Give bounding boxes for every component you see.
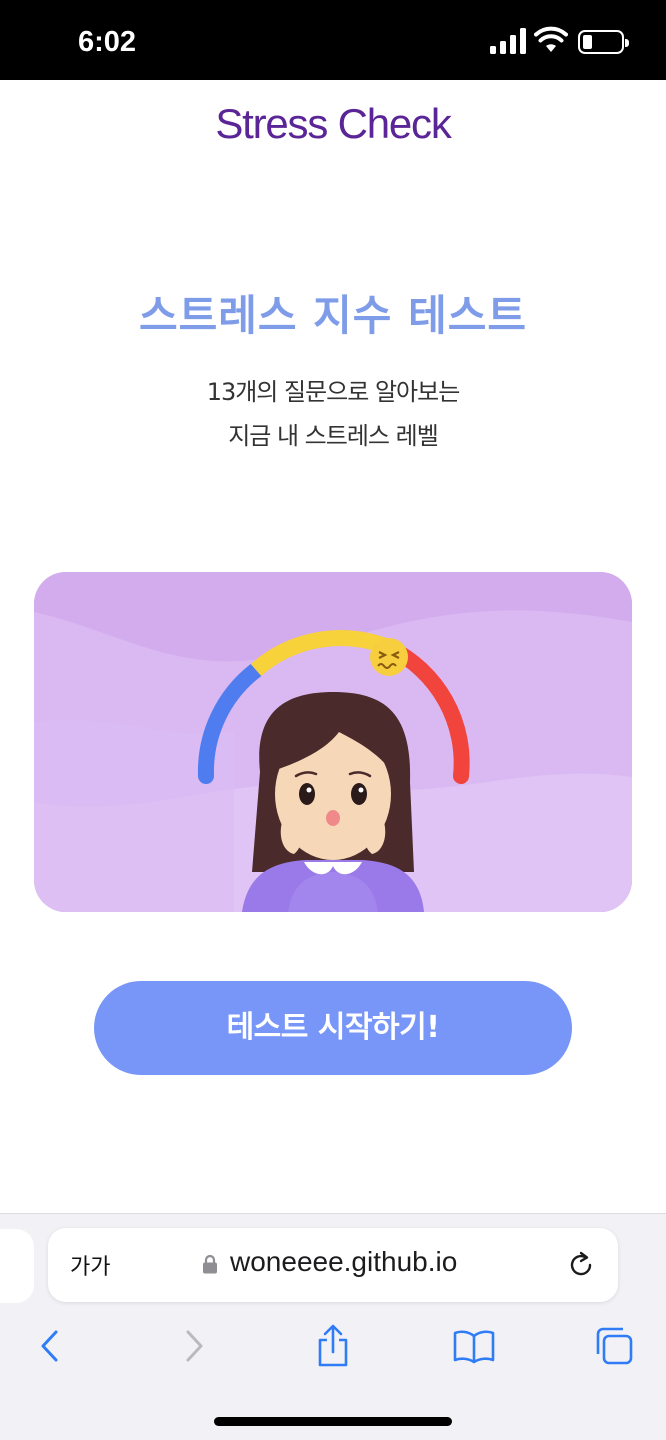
reader-mode-button[interactable]: 가가 xyxy=(70,1249,110,1281)
tabs-icon xyxy=(596,1327,633,1365)
subtitle-line-2: 지금 내 스트레스 레벨 xyxy=(228,422,439,450)
share-button[interactable] xyxy=(311,1324,355,1368)
reload-icon[interactable] xyxy=(566,1250,596,1280)
back-icon xyxy=(41,1330,58,1362)
home-indicator xyxy=(214,1417,452,1426)
signal-icon xyxy=(490,28,530,54)
forward-button[interactable] xyxy=(172,1324,216,1368)
wifi-icon xyxy=(534,26,568,52)
share-icon xyxy=(318,1324,348,1367)
stress-illustration xyxy=(34,572,632,912)
address-bar[interactable]: 가가 woneeee.github.io xyxy=(48,1228,618,1302)
browser-chrome: 가가 woneeee.github.io xyxy=(0,1213,666,1440)
back-button[interactable] xyxy=(28,1324,72,1368)
subtitle-line-1: 13개의 질문으로 알아보는 xyxy=(206,378,461,406)
battery-icon xyxy=(578,30,629,54)
status-time: 6:02 xyxy=(78,26,137,58)
status-bar: 6:02 xyxy=(0,0,666,80)
app-title: Stress Check xyxy=(215,100,452,147)
url-text: woneeee.github.io xyxy=(230,1246,458,1277)
lock-icon xyxy=(203,1254,217,1274)
start-test-button[interactable]: 테스트 시작하기! xyxy=(94,981,572,1075)
page-title: 스트레스 지수 테스트 xyxy=(138,291,527,340)
forward-icon xyxy=(186,1330,203,1362)
page-subtitle: 13개의 질문으로 알아보는 지금 내 스트레스 레벨 xyxy=(0,370,666,458)
previous-tab-peek[interactable] xyxy=(0,1229,34,1303)
bookmarks-button[interactable] xyxy=(452,1324,496,1368)
status-icons xyxy=(490,26,629,58)
browser-toolbar xyxy=(0,1324,666,1374)
tabs-button[interactable] xyxy=(592,1324,636,1368)
bookmarks-icon xyxy=(453,1330,495,1364)
